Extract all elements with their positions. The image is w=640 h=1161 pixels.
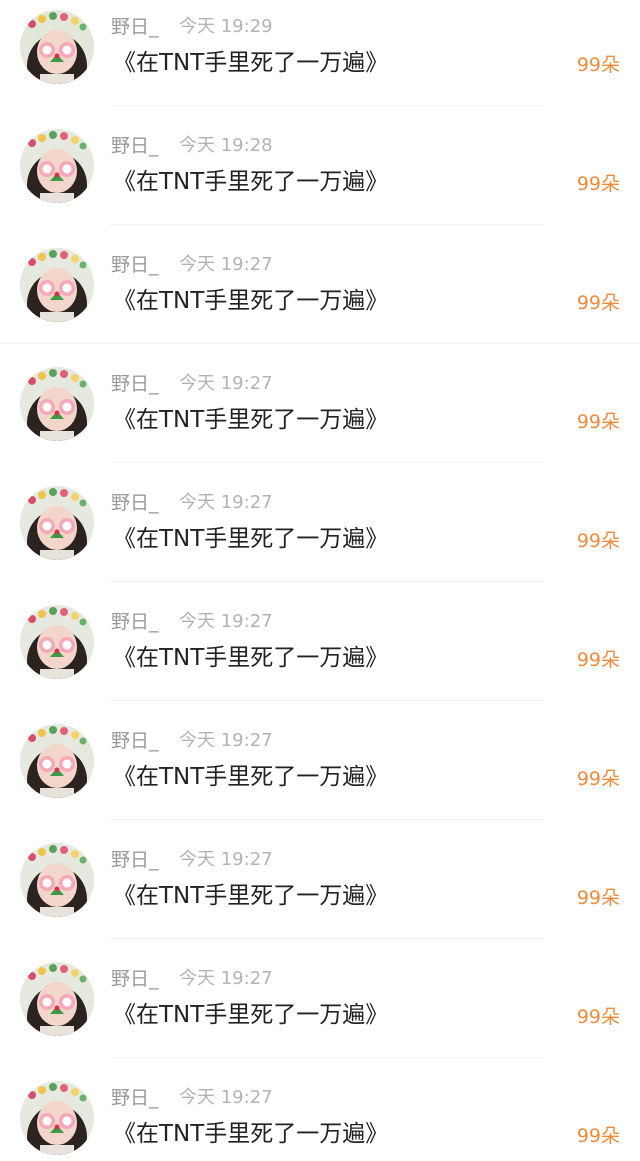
divider (111, 700, 544, 701)
divider (111, 581, 544, 582)
username[interactable]: 野日_ (111, 1085, 159, 1111)
user-avatar[interactable] (20, 724, 94, 798)
flower-count[interactable]: 99朵 (577, 1003, 620, 1031)
divider (111, 938, 544, 939)
avatar-photo-icon (20, 724, 94, 798)
flower-count[interactable]: 99朵 (577, 289, 620, 317)
comment-list: 野日_ 今天 19:29 《在TNT手里死了一万遍》 99朵 野日_ 今天 19… (0, 0, 640, 1161)
avatar-photo-icon (20, 10, 94, 84)
username[interactable]: 野日_ (111, 371, 159, 397)
username[interactable]: 野日_ (111, 609, 159, 635)
flower-count[interactable]: 99朵 (577, 408, 620, 436)
username[interactable]: 野日_ (111, 252, 159, 278)
comment-text: 《在TNT手里死了一万遍》 (113, 526, 389, 552)
divider (111, 224, 544, 225)
username[interactable]: 野日_ (111, 966, 159, 992)
divider (111, 819, 544, 820)
comment-text: 《在TNT手里死了一万遍》 (113, 407, 389, 433)
timestamp: 今天 19:27 (179, 373, 273, 394)
comment-text: 《在TNT手里死了一万遍》 (113, 50, 389, 76)
timestamp: 今天 19:27 (179, 730, 273, 751)
flower-count[interactable]: 99朵 (577, 884, 620, 912)
comment-text: 《在TNT手里死了一万遍》 (113, 764, 389, 790)
comment-row[interactable]: 野日_ 今天 19:27 《在TNT手里死了一万遍》 99朵 (0, 357, 640, 476)
comment-row[interactable]: 野日_ 今天 19:27 《在TNT手里死了一万遍》 99朵 (0, 238, 640, 357)
comment-text: 《在TNT手里死了一万遍》 (113, 169, 389, 195)
flower-count[interactable]: 99朵 (577, 51, 620, 79)
username[interactable]: 野日_ (111, 847, 159, 873)
user-avatar[interactable] (20, 486, 94, 560)
avatar-photo-icon (20, 1081, 94, 1155)
timestamp: 今天 19:27 (179, 611, 273, 632)
timestamp: 今天 19:27 (179, 492, 273, 513)
avatar-photo-icon (20, 129, 94, 203)
user-avatar[interactable] (20, 367, 94, 441)
user-avatar[interactable] (20, 605, 94, 679)
flower-count[interactable]: 99朵 (577, 765, 620, 793)
comment-text: 《在TNT手里死了一万遍》 (113, 288, 389, 314)
avatar-photo-icon (20, 962, 94, 1036)
avatar-photo-icon (20, 843, 94, 917)
divider (111, 105, 544, 106)
avatar-photo-icon (20, 367, 94, 441)
avatar-photo-icon (20, 248, 94, 322)
comment-row[interactable]: 野日_ 今天 19:27 《在TNT手里死了一万遍》 99朵 (0, 476, 640, 595)
user-avatar[interactable] (20, 129, 94, 203)
comment-text: 《在TNT手里死了一万遍》 (113, 1121, 389, 1147)
comment-text: 《在TNT手里死了一万遍》 (113, 645, 389, 671)
timestamp: 今天 19:27 (179, 1087, 273, 1108)
user-avatar[interactable] (20, 1081, 94, 1155)
comment-row[interactable]: 野日_ 今天 19:27 《在TNT手里死了一万遍》 99朵 (0, 1071, 640, 1161)
username[interactable]: 野日_ (111, 728, 159, 754)
flower-count[interactable]: 99朵 (577, 527, 620, 555)
comment-text: 《在TNT手里死了一万遍》 (113, 1002, 389, 1028)
divider (111, 462, 544, 463)
comment-row[interactable]: 野日_ 今天 19:27 《在TNT手里死了一万遍》 99朵 (0, 833, 640, 952)
comment-row[interactable]: 野日_ 今天 19:27 《在TNT手里死了一万遍》 99朵 (0, 595, 640, 714)
timestamp: 今天 19:28 (179, 135, 273, 156)
avatar-photo-icon (20, 605, 94, 679)
comment-row[interactable]: 野日_ 今天 19:29 《在TNT手里死了一万遍》 99朵 (0, 0, 640, 119)
comment-row[interactable]: 野日_ 今天 19:28 《在TNT手里死了一万遍》 99朵 (0, 119, 640, 238)
user-avatar[interactable] (20, 843, 94, 917)
comment-row[interactable]: 野日_ 今天 19:27 《在TNT手里死了一万遍》 99朵 (0, 714, 640, 833)
username[interactable]: 野日_ (111, 133, 159, 159)
username[interactable]: 野日_ (111, 14, 159, 40)
user-avatar[interactable] (20, 962, 94, 1036)
comment-row[interactable]: 野日_ 今天 19:27 《在TNT手里死了一万遍》 99朵 (0, 952, 640, 1071)
timestamp: 今天 19:27 (179, 849, 273, 870)
timestamp: 今天 19:29 (179, 16, 273, 37)
comment-text: 《在TNT手里死了一万遍》 (113, 883, 389, 909)
divider (111, 1057, 544, 1058)
flower-count[interactable]: 99朵 (577, 1122, 620, 1150)
timestamp: 今天 19:27 (179, 254, 273, 275)
user-avatar[interactable] (20, 248, 94, 322)
username[interactable]: 野日_ (111, 490, 159, 516)
avatar-photo-icon (20, 486, 94, 560)
user-avatar[interactable] (20, 10, 94, 84)
flower-count[interactable]: 99朵 (577, 646, 620, 674)
flower-count[interactable]: 99朵 (577, 170, 620, 198)
timestamp: 今天 19:27 (179, 968, 273, 989)
divider (0, 343, 640, 344)
